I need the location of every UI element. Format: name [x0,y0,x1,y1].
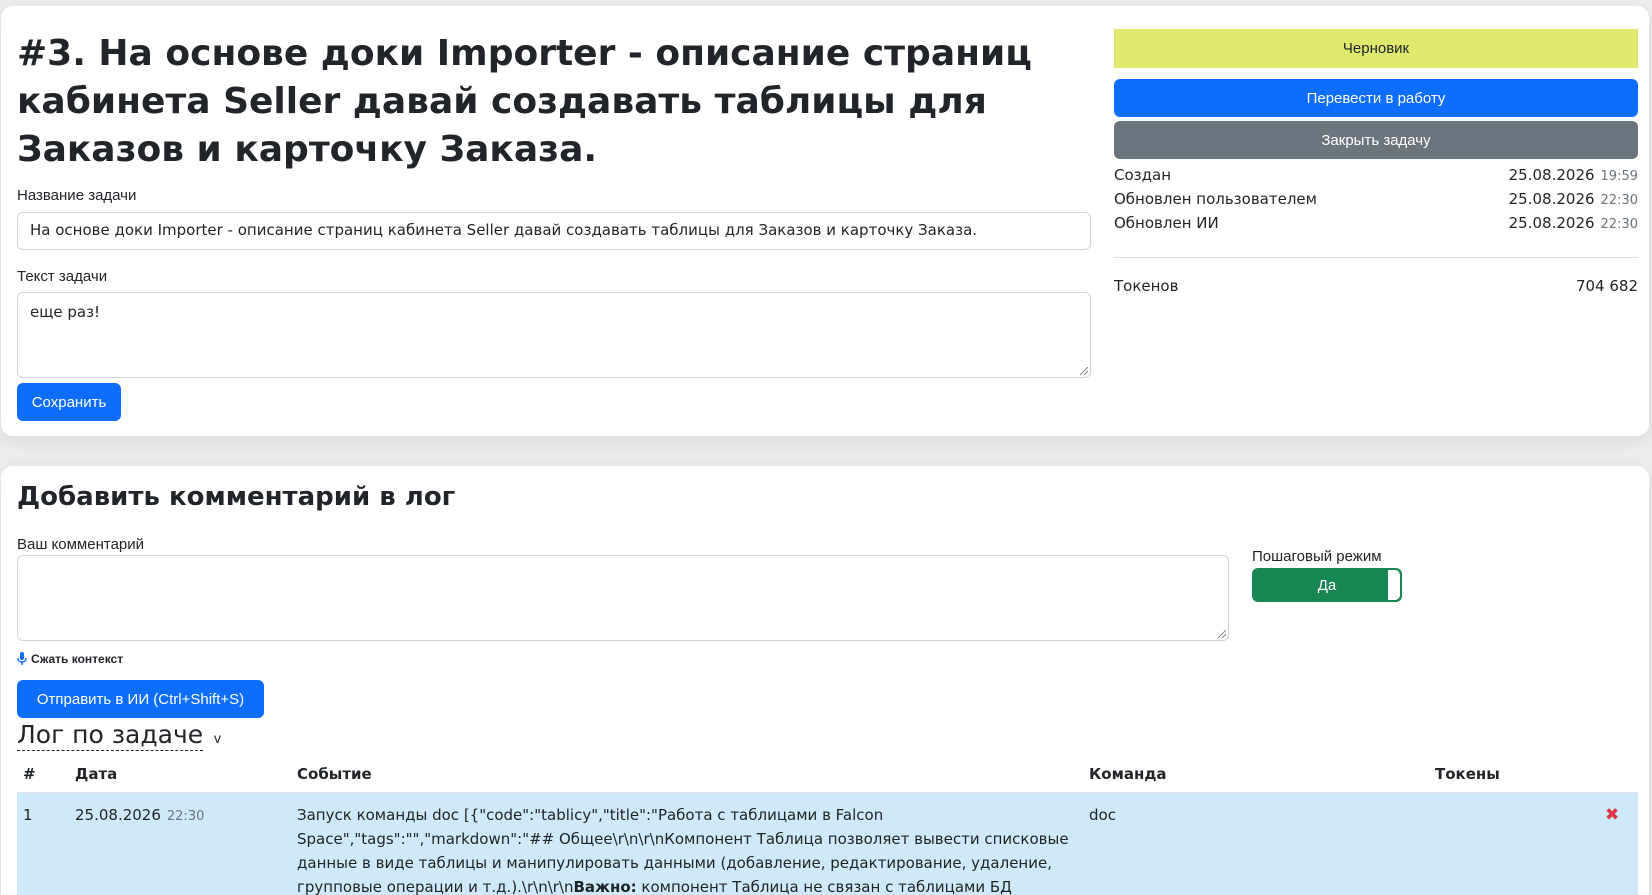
meta-created-datetime: 25.08.2026 19:59 [1509,166,1638,184]
toggle-knob [1388,570,1400,600]
row-date-cell: 25.08.2026 22:30 [69,792,291,895]
col-tokens: Токены [1429,756,1599,793]
col-actions [1599,756,1638,793]
microphone-icon [17,652,27,665]
meta-updated-user-label: Обновлен пользователем [1114,190,1317,208]
task-name-input[interactable]: На основе доки Importer - описание стран… [17,212,1091,250]
log-title[interactable]: Лог по задаче [17,720,204,751]
col-event: Событие [291,756,1083,793]
log-table: # Дата Событие Команда Токены 1 25.08.20… [17,756,1638,895]
task-name-label: Название задачи [17,187,137,204]
row-event: Запуск команды doc [{"code":"tablicy","t… [291,792,1083,895]
meta-updated-ai-label: Обновлен ИИ [1114,214,1219,232]
col-num: # [17,756,69,793]
comment-label: Ваш комментарий [17,536,145,553]
row-tokens [1429,792,1599,895]
meta-updated-user-time: 22:30 [1600,193,1638,208]
step-mode-value: Да [1317,576,1337,594]
step-mode-label: Пошаговый режим [1252,548,1382,565]
send-to-ai-button[interactable]: Отправить в ИИ (Ctrl+Shift+S) [17,680,264,718]
row-command: doc [1083,792,1429,895]
meta-updated-user-date: 25.08.2026 [1508,190,1595,208]
to-work-button[interactable]: Перевести в работу [1114,79,1638,117]
table-row: 1 25.08.2026 22:30 Запуск команды doc [{"… [17,792,1638,895]
delete-icon[interactable]: ✖ [1605,805,1619,825]
row-event-bold: Важно: [573,877,637,895]
status-badge: Черновик [1114,29,1638,68]
chevron-down-icon[interactable]: v [214,730,221,746]
meta-updated-ai-date: 25.08.2026 [1508,214,1595,232]
comment-textarea[interactable] [17,555,1229,641]
compress-context-label: Сжать контекст [31,652,124,666]
meta-tokens-label: Токенов [1114,277,1179,295]
meta-updated-ai-datetime: 25.08.2026 22:30 [1509,214,1638,232]
resize-grip-icon[interactable] [1080,367,1088,375]
meta-created-time: 19:59 [1600,169,1638,184]
col-command: Команда [1083,756,1429,793]
compress-context-link[interactable]: Сжать контекст [17,652,123,666]
step-mode-toggle[interactable]: Да [1252,568,1402,602]
meta-updated-user-datetime: 25.08.2026 22:30 [1509,190,1638,208]
meta-created: Создан 25.08.2026 19:59 [1114,163,1638,187]
meta-updated-ai-time: 22:30 [1600,217,1638,232]
log-table-header: # Дата Событие Команда Токены [17,756,1638,793]
meta-updated-user: Обновлен пользователем 25.08.2026 22:30 [1114,187,1638,211]
meta-created-date: 25.08.2026 [1508,166,1595,184]
task-text-value: еще раз! [30,303,101,321]
meta-created-label: Создан [1114,166,1171,184]
row-actions: ✖ [1599,792,1638,895]
row-date: 25.08.2026 [75,805,161,824]
task-card: #3. На основе доки Importer - описание с… [1,6,1649,436]
col-date: Дата [69,756,291,793]
task-text-label: Текст задачи [17,268,108,285]
task-name-value: На основе доки Importer - описание стран… [30,221,978,239]
log-card: Добавить комментарий в лог Ваш комментар… [1,466,1649,895]
page-title: #3. На основе доки Importer - описание с… [17,33,1032,170]
meta-updated-ai: Обновлен ИИ 25.08.2026 22:30 [1114,211,1638,235]
row-num: 1 [17,792,69,895]
task-text-textarea[interactable]: еще раз! [17,292,1091,378]
meta-tokens: Токенов 704 682 [1114,274,1638,298]
save-button[interactable]: Сохранить [17,383,121,421]
comment-section-title: Добавить комментарий в лог [17,482,456,512]
row-time: 22:30 [166,808,205,824]
resize-grip-icon[interactable] [1218,630,1226,638]
meta-tokens-value: 704 682 [1575,277,1638,295]
meta-divider [1114,257,1638,258]
close-task-button[interactable]: Закрыть задачу [1114,121,1638,159]
